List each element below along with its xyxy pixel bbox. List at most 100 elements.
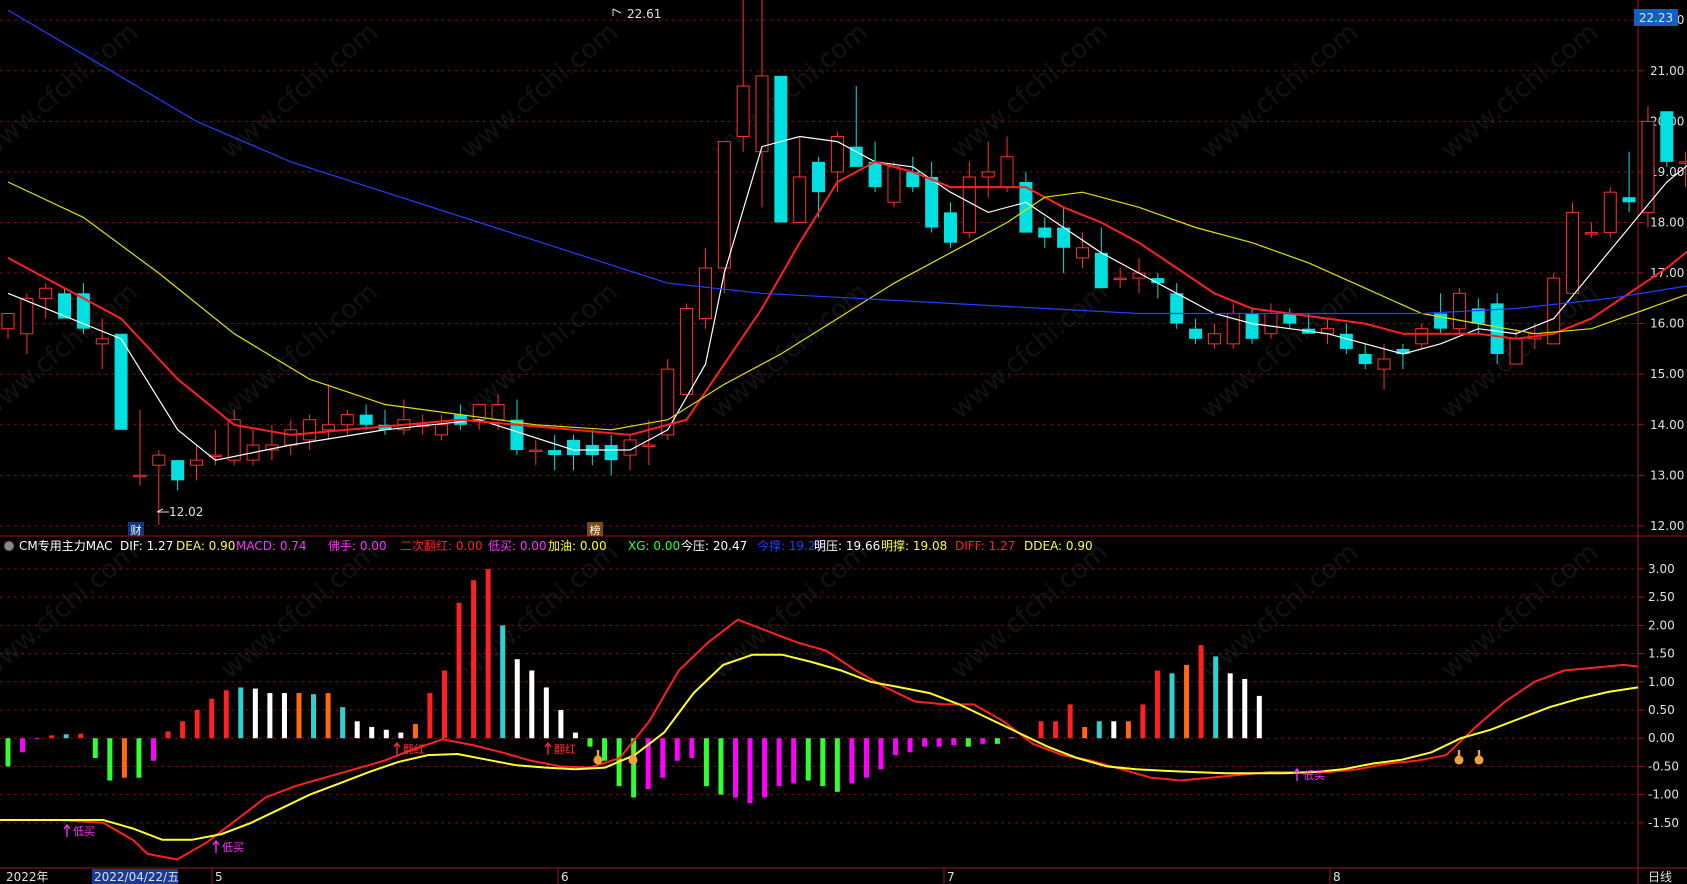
macd-bar <box>485 568 491 739</box>
candle-body <box>887 166 901 203</box>
legend-item: XG: 0.00 <box>628 539 680 553</box>
candle[interactable] <box>1566 202 1580 294</box>
indicator-name: CM专用主力MAC <box>19 538 112 553</box>
macd-bar <box>1184 664 1190 739</box>
macd-bar <box>776 738 782 787</box>
event-marker-cai[interactable]: 财 <box>128 522 144 537</box>
macd-bar <box>165 731 171 739</box>
macd-bar <box>311 694 317 739</box>
macd-bar <box>325 693 331 739</box>
macd-bar <box>1125 721 1131 739</box>
macd-bar <box>151 738 156 761</box>
candle-body <box>321 424 335 431</box>
candle-body <box>1245 313 1259 339</box>
macd-bar <box>78 733 84 739</box>
candle[interactable] <box>661 359 675 440</box>
candle[interactable] <box>1603 187 1617 238</box>
signal-label: 低买 <box>73 825 95 838</box>
candle-body <box>152 454 166 466</box>
macd-bar <box>572 732 578 739</box>
legend-item: 今压: 20.47 <box>681 538 747 553</box>
current-price-label: 22.23 <box>1639 11 1673 25</box>
candle-body <box>1038 227 1052 238</box>
macd-bar <box>791 738 797 784</box>
candle-body <box>284 429 298 446</box>
macd-bar <box>194 710 200 739</box>
candle-body <box>981 171 995 178</box>
macd-bar <box>412 724 418 739</box>
macd-bar <box>340 707 346 739</box>
macd-bar <box>1096 721 1102 739</box>
macd-tick-label: 2.50 <box>1648 590 1675 604</box>
macd-bar <box>703 738 709 787</box>
macd-bar <box>834 738 840 792</box>
candle[interactable] <box>774 75 788 223</box>
macd-tick-label: -1.00 <box>1648 788 1679 802</box>
macd-tick-label: 2.00 <box>1648 618 1675 632</box>
candle-body <box>567 439 580 456</box>
high-price-label: 22.61 <box>627 7 661 21</box>
candle-body <box>1113 277 1127 281</box>
macd-tick-label: 1.00 <box>1648 675 1675 689</box>
signal-label: 低买 <box>222 841 244 854</box>
macd-bar <box>20 738 26 753</box>
macd-bar <box>820 738 826 787</box>
candle-body <box>925 176 939 228</box>
candle-body <box>1094 252 1108 289</box>
candle[interactable] <box>680 303 694 395</box>
candle-body <box>755 75 769 153</box>
macd-bar <box>907 738 913 753</box>
macd-bar <box>354 721 360 739</box>
macd-bar <box>296 693 302 739</box>
price-tick-label: 21.00 <box>1650 64 1684 78</box>
candle-body <box>1264 313 1278 335</box>
price-tick-label: 18.00 <box>1650 215 1684 229</box>
candle-body <box>340 414 354 426</box>
macd-bar <box>34 738 40 740</box>
legend-item: DIFF: 1.27 <box>955 539 1015 553</box>
candle-body <box>1679 161 1687 164</box>
current-price-badge: 22.23 <box>1634 9 1678 26</box>
macd-tick-label: 0.00 <box>1648 731 1675 745</box>
candle-body <box>1603 191 1617 234</box>
macd-bar <box>209 698 215 739</box>
macd-bar <box>383 729 389 739</box>
macd-tick-label: 3.00 <box>1648 562 1675 576</box>
event-marker-bang[interactable]: 榜 <box>587 522 603 537</box>
candle-body <box>1339 333 1353 349</box>
candle-body <box>717 141 731 269</box>
candle-body <box>548 450 562 456</box>
macd-bar <box>398 732 404 739</box>
candle-body <box>133 474 147 478</box>
macd-bar <box>252 688 258 739</box>
macd-bar <box>878 738 884 770</box>
price-tick-label: 13.00 <box>1650 468 1684 482</box>
macd-bar <box>980 738 986 744</box>
signal-label: 低买 <box>1303 769 1325 782</box>
candle[interactable] <box>114 333 128 430</box>
macd-bar <box>180 721 186 739</box>
candle-body <box>642 444 656 447</box>
candle-body <box>736 85 750 138</box>
period-label[interactable]: 日线 <box>1648 870 1672 884</box>
month-label: 7 <box>947 870 955 884</box>
macd-bar <box>660 738 666 778</box>
macd-bar <box>238 687 244 739</box>
candle[interactable] <box>1660 111 1674 167</box>
legend-item: DIF: 1.27 <box>120 539 173 553</box>
candle-body <box>793 176 807 223</box>
macd-bar <box>63 734 69 739</box>
candle-body <box>39 287 53 299</box>
macd-bar <box>1227 673 1233 739</box>
candle[interactable] <box>1490 293 1504 365</box>
legend-item: 二次翻红: 0.00 <box>400 538 483 553</box>
macd-bar <box>529 670 535 739</box>
macd-bar <box>427 693 433 739</box>
candle-body <box>604 444 618 461</box>
macd-bar <box>107 738 113 781</box>
stock-chart[interactable]: www.cfchi.com www.cfchi.com www.cfchi.com w… <box>0 0 1687 884</box>
settings-circle-icon[interactable] <box>3 540 15 552</box>
macd-bar <box>762 738 768 798</box>
candle-body <box>698 267 712 320</box>
cursor-date-label: 2022/04/22/五 <box>94 870 179 884</box>
